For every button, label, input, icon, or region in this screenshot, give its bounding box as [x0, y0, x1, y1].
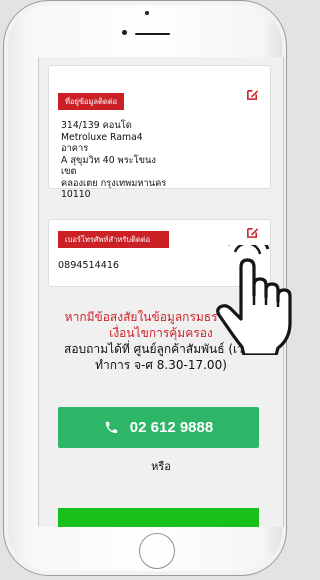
phone-tag: เบอร์โทรศัพท์สำหรับติดต่อ [58, 231, 169, 248]
phone-icon [105, 421, 117, 434]
phone-number: 0894514416 [58, 260, 120, 271]
address-line: A สุขุมวิท 40 พระโขนง เขต [61, 154, 156, 178]
address-line: คลองเตย กรุงเทพมหานคร [61, 177, 167, 189]
speaker [135, 33, 170, 35]
call-number: 02 612 9888 [129, 419, 214, 436]
edit-icon[interactable] [246, 88, 259, 101]
hand-pointer-icon [216, 245, 292, 355]
home-button[interactable] [139, 533, 175, 569]
address-line: Metroluxe Rama4 อาคาร [61, 131, 143, 155]
phone-top [4, 1, 286, 59]
address-text: 314/139 คอนโด Metroluxe Rama4 อาคาร A สุ… [61, 120, 171, 201]
info-black-line: ทำการ จ-ศ 8.30-17.00) [95, 358, 227, 372]
or-label: หรือ [151, 460, 171, 473]
line-button[interactable] [58, 508, 259, 527]
address-card: ที่อยู่ข้อมูลติดต่อ 314/139 คอนโด Metrol… [48, 65, 271, 200]
address-tag: ที่อยู่ข้อมูลติดต่อ [58, 93, 125, 110]
edit-icon[interactable] [246, 226, 259, 239]
camera [145, 11, 149, 15]
call-button[interactable]: 02 612 9888 [58, 407, 259, 448]
sensor-dot [122, 30, 127, 35]
address-line: 10110 [61, 189, 91, 200]
address-line: 314/139 คอนโด [61, 120, 132, 131]
